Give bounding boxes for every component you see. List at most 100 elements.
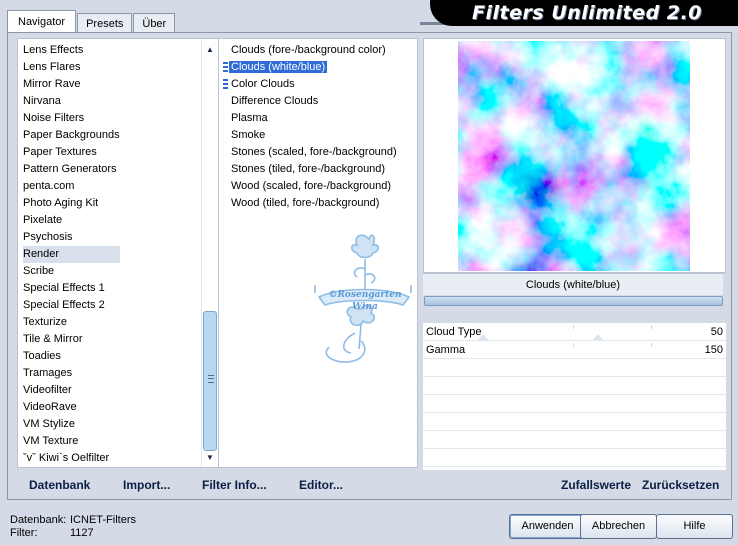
- preview-caption: Clouds (white/blue): [423, 273, 723, 295]
- filter-item[interactable]: Stones (scaled, fore-/background): [219, 144, 417, 161]
- filter-item[interactable]: Clouds (white/blue): [219, 59, 417, 76]
- category-item[interactable]: Texturize: [23, 314, 120, 331]
- slider-tick: [651, 343, 652, 347]
- param-value: 50: [710, 326, 723, 338]
- param-value: 150: [704, 344, 723, 356]
- category-item[interactable]: penta.com: [23, 178, 120, 195]
- import-link[interactable]: Import...: [123, 478, 170, 492]
- category-item[interactable]: Special Effects 1: [23, 280, 120, 297]
- navigator-panel: Lens Effects Lens Flares Mirror Rave Nirvan…: [7, 32, 732, 500]
- parameter-grid: Cloud Type 50 Gamma 150: [423, 323, 726, 470]
- slider-marker: [592, 334, 604, 341]
- tab-bar: Navigator Presets Über: [7, 10, 176, 33]
- filter-list[interactable]: Clouds (fore-/background color) Clouds (w…: [218, 38, 418, 468]
- status-db-label: Datenbank:: [10, 514, 67, 526]
- tab-navigator[interactable]: Navigator: [7, 10, 77, 33]
- filter-item[interactable]: Smoke: [219, 127, 417, 144]
- tab-ueber[interactable]: Über: [133, 13, 176, 33]
- category-item[interactable]: VideoRave: [23, 399, 120, 416]
- param-empty-row: [423, 377, 726, 395]
- status-filter: Filter: 1127: [10, 527, 94, 540]
- scroll-down-icon[interactable]: ▼: [202, 449, 218, 465]
- param-toolbar: Zufallswerte Zurücksetzen: [423, 472, 726, 498]
- category-item[interactable]: Photo Aging Kit: [23, 195, 120, 212]
- category-item[interactable]: Paper Textures: [23, 144, 120, 161]
- filter-item[interactable]: Plasma: [219, 110, 417, 127]
- category-item[interactable]: Pixelate: [23, 212, 120, 229]
- watermark-line1: ©Rosengarten: [328, 290, 401, 300]
- zufallswerte-link[interactable]: Zufallswerte: [561, 478, 631, 492]
- param-empty-row: [423, 431, 726, 449]
- app-title: Filters Unlimited 2.0: [472, 2, 702, 24]
- preview-image: [458, 41, 690, 271]
- param-empty-row: [423, 413, 726, 431]
- filter-item-label: Plasma: [231, 112, 268, 124]
- category-item[interactable]: Noise Filters: [23, 110, 120, 127]
- status-db: Datenbank: ICNET-Filters: [10, 514, 136, 527]
- editor-link[interactable]: Editor...: [299, 478, 343, 492]
- filter-item[interactable]: Clouds (fore-/background color): [219, 42, 417, 59]
- category-items: Lens Effects Lens Flares Mirror Rave Nirvan…: [23, 42, 120, 467]
- category-list[interactable]: Lens Effects Lens Flares Mirror Rave Nirvan…: [17, 38, 219, 468]
- filter-item-label: Wood (tiled, fore-/background): [231, 197, 380, 209]
- status-area: Datenbank: ICNET-Filters Filter: 1127: [10, 514, 136, 540]
- category-item[interactable]: VM Stylize: [23, 416, 120, 433]
- datenbank-link[interactable]: Datenbank: [29, 478, 90, 492]
- category-item[interactable]: VM Texture: [23, 433, 120, 450]
- filter-item-label: Smoke: [231, 129, 266, 141]
- category-item[interactable]: Psychosis: [23, 229, 120, 246]
- list-toolbar: Datenbank Import... Filter Info... Edito…: [17, 472, 418, 498]
- category-scrollbar[interactable]: ▲ ▼: [201, 39, 218, 467]
- filter-item-label: Wood (scaled, fore-/background): [231, 180, 391, 192]
- help-button[interactable]: Hilfe: [656, 514, 733, 539]
- slider-tick: [651, 325, 652, 329]
- preview-progress-bar: [424, 296, 723, 306]
- param-gamma[interactable]: Gamma 150: [423, 334, 726, 359]
- filter-item-label: Clouds (white/blue): [229, 61, 328, 73]
- favorite-marker-icon: [223, 62, 228, 73]
- title-banner: Filters Unlimited 2.0: [430, 0, 738, 26]
- param-empty-row: [423, 449, 726, 467]
- filter-item[interactable]: Wood (scaled, fore-/background): [219, 178, 417, 195]
- category-item[interactable]: Toadies: [23, 348, 120, 365]
- filter-info-link[interactable]: Filter Info...: [202, 478, 267, 492]
- cancel-button[interactable]: Abbrechen: [580, 514, 657, 539]
- param-label: Cloud Type: [426, 326, 482, 338]
- grip-icon: [208, 375, 214, 383]
- scroll-thumb[interactable]: [203, 311, 217, 451]
- category-item[interactable]: Mirror Rave: [23, 76, 120, 93]
- slider-tick: [573, 325, 574, 329]
- filter-item[interactable]: Difference Clouds: [219, 93, 417, 110]
- category-item[interactable]: Render: [23, 246, 120, 263]
- filter-item[interactable]: Color Clouds: [219, 76, 417, 93]
- category-item[interactable]: Special Effects 2: [23, 297, 120, 314]
- status-filter-value: 1127: [70, 527, 94, 539]
- param-empty-row: [423, 395, 726, 413]
- category-item[interactable]: ˇvˇ Kiwi`s Oelfilter: [23, 450, 120, 467]
- category-item[interactable]: Paper Backgrounds: [23, 127, 120, 144]
- zuruecksetzen-link[interactable]: Zurücksetzen: [642, 478, 719, 492]
- filter-item-label: Clouds (fore-/background color): [231, 44, 386, 56]
- category-item[interactable]: Nirvana: [23, 93, 120, 110]
- filter-item-label: Stones (scaled, fore-/background): [231, 146, 397, 158]
- status-filter-label: Filter:: [10, 527, 38, 539]
- category-item[interactable]: Pattern Generators: [23, 161, 120, 178]
- category-item[interactable]: Tramages: [23, 365, 120, 382]
- preview-frame: [423, 38, 726, 273]
- param-cloud-type[interactable]: Cloud Type 50: [423, 323, 726, 341]
- category-item[interactable]: Videofilter: [23, 382, 120, 399]
- tab-presets[interactable]: Presets: [77, 13, 133, 33]
- filter-item[interactable]: Wood (tiled, fore-/background): [219, 195, 417, 212]
- filter-items: Clouds (fore-/background color) Clouds (w…: [219, 42, 417, 212]
- category-item[interactable]: Lens Effects: [23, 42, 120, 59]
- category-item[interactable]: Scribe: [23, 263, 120, 280]
- filter-item-label: Color Clouds: [231, 78, 295, 90]
- favorite-marker-icon: [223, 79, 228, 90]
- slider-marker: [477, 334, 489, 341]
- param-label: Gamma: [426, 344, 466, 356]
- category-item[interactable]: Lens Flares: [23, 59, 120, 76]
- scroll-up-icon[interactable]: ▲: [202, 41, 218, 57]
- category-item[interactable]: Tile & Mirror: [23, 331, 120, 348]
- filter-item[interactable]: Stones (tiled, fore-/background): [219, 161, 417, 178]
- apply-button[interactable]: Anwenden: [509, 514, 586, 539]
